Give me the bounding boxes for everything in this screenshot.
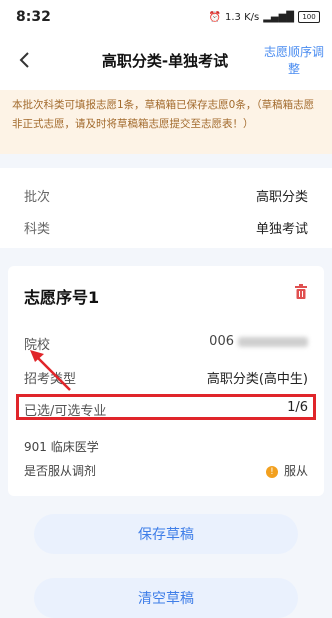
battery-icon: 100 [298, 11, 320, 23]
adjust-label: 是否服从调剂 [24, 464, 97, 478]
blurred-school-name [238, 336, 308, 347]
battery-level: 100 [302, 13, 316, 21]
type-value: 高职分类(高中生) [206, 372, 308, 387]
adjust-status: ! 服从 [265, 462, 308, 479]
adjust-row[interactable]: 是否服从调剂 ! 服从 [8, 462, 324, 479]
school-value: 006 [209, 334, 308, 353]
type-label: 招考类型 [24, 372, 77, 387]
category-label: 科类 [24, 222, 51, 237]
batch-value: 高职分类 [255, 190, 308, 205]
highlight-box [16, 394, 316, 420]
notice-banner: 本批次科类可填报志愿1条，草稿箱已保存志愿0条，（草稿箱志愿非正式志愿，请及时将… [0, 90, 332, 154]
batch-info-card: 批次 高职分类 科类 单独考试 [0, 168, 332, 248]
school-row[interactable]: 院校 006 [8, 334, 324, 353]
reorder-choices-link[interactable]: 志愿顺序调整 [262, 44, 326, 78]
back-arrow-icon[interactable] [10, 46, 38, 74]
category-row: 科类 单独考试 [0, 218, 332, 237]
category-value: 单独考试 [255, 222, 308, 237]
alarm-icon: ⏰ [208, 11, 222, 23]
selected-major: 901 临床医学 [24, 440, 99, 454]
status-icons: ⏰ 1.3 K/s ▂▄▆█ 100 [209, 11, 320, 23]
type-row: 招考类型 高职分类(高中生) [8, 368, 324, 387]
batch-row: 批次 高职分类 [0, 186, 332, 205]
school-label: 院校 [24, 338, 51, 353]
save-draft-button[interactable]: 保存草稿 [34, 514, 298, 554]
school-code: 006 [209, 334, 234, 349]
trash-icon[interactable] [294, 284, 310, 300]
signal-icon: ▂▄▆█ [263, 11, 294, 23]
nav-bar: 高职分类-单独考试 志愿顺序调整 [0, 34, 332, 90]
warning-icon: ! [265, 465, 278, 478]
choice-card: 志愿序号1 院校 006 招考类型 高职分类(高中生) 已选/可选专业 1/6 … [8, 266, 324, 496]
status-bar: 8:32 ⏰ 1.3 K/s ▂▄▆█ 100 [0, 0, 332, 34]
batch-label: 批次 [24, 190, 51, 205]
adjust-value: 服从 [283, 464, 308, 478]
status-time: 8:32 [16, 9, 51, 25]
choice-title: 志愿序号1 [24, 288, 100, 307]
clear-draft-button[interactable]: 清空草稿 [34, 578, 298, 618]
network-speed: 1.3 K/s [225, 11, 260, 23]
page-title: 高职分类-单独考试 [101, 52, 229, 70]
